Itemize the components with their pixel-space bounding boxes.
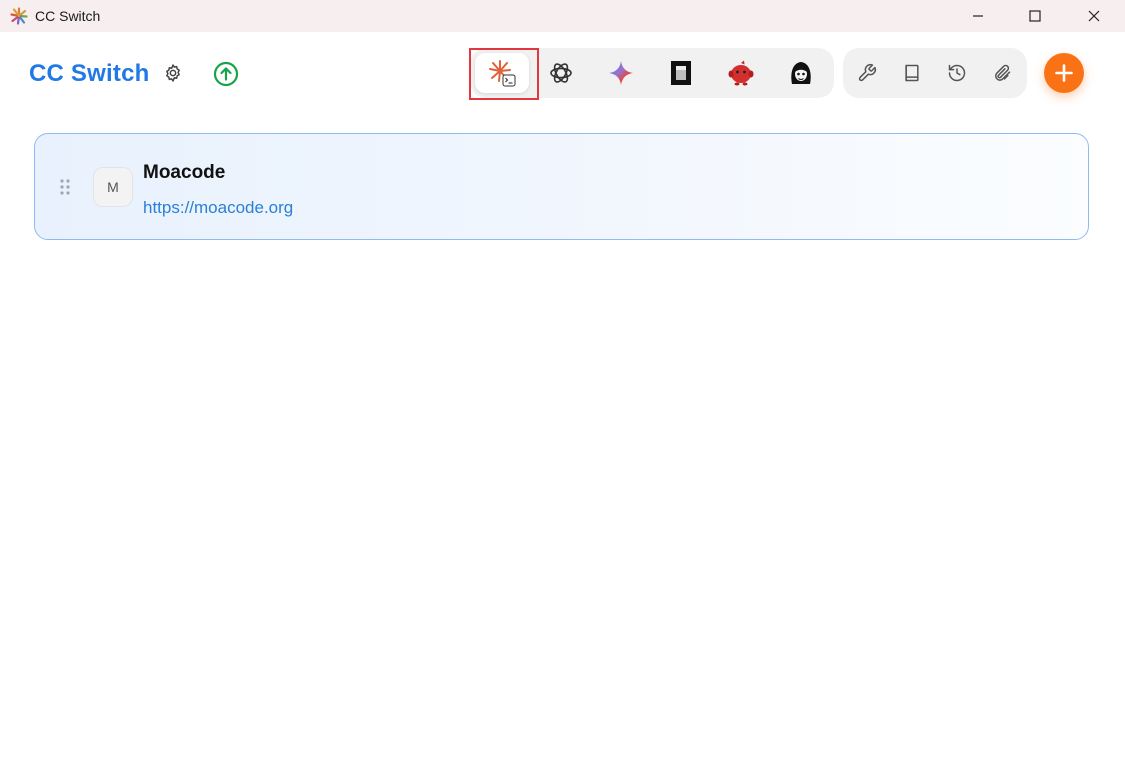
history-icon [948,64,966,82]
docs-button[interactable] [897,58,927,88]
gemini-icon [609,61,633,85]
add-provider-button[interactable] [1044,53,1084,93]
book-icon [905,64,919,82]
history-button[interactable] [942,58,972,88]
claude-code-icon [489,60,516,87]
app-tab-opencode[interactable] [654,53,708,93]
provider-avatar: M [93,167,133,207]
app-title: CC Switch [29,60,150,87]
tools-toolbar [843,48,1027,98]
minimize-button[interactable] [950,0,1006,32]
gear-icon [166,64,180,82]
provider-name: Moacode [143,162,226,183]
close-icon [1088,10,1100,22]
provider-card[interactable]: M Moacode https://moacode.org [34,133,1089,240]
update-button[interactable] [212,60,240,88]
attach-button[interactable] [987,58,1017,88]
opencode-icon [671,61,691,85]
arrow-up-circle-icon [213,61,239,87]
character-icon [791,62,811,84]
window-titlebar: CC Switch [0,0,1125,32]
app-tab-6[interactable] [774,53,828,93]
window-title: CC Switch [35,8,101,24]
maximize-button[interactable] [1007,0,1063,32]
app-tab-gemini[interactable] [594,53,648,93]
app-tab-codex[interactable] [534,53,588,93]
minimize-icon [973,15,983,17]
drag-handle-icon[interactable] [59,178,71,196]
red-mascot-icon [728,60,754,86]
maximize-icon [1029,10,1041,22]
tools-button[interactable] [852,58,882,88]
app-tab-5[interactable] [714,53,768,93]
app-tab-claude[interactable] [475,53,529,93]
app-logo-icon [10,7,28,25]
settings-button[interactable] [160,60,186,86]
plus-icon [1055,64,1073,82]
app-switcher [470,48,834,98]
wrench-icon [858,63,877,82]
close-button[interactable] [1066,0,1122,32]
paperclip-icon [995,64,1011,81]
openai-icon [550,63,572,83]
provider-url-link[interactable]: https://moacode.org [143,198,293,218]
